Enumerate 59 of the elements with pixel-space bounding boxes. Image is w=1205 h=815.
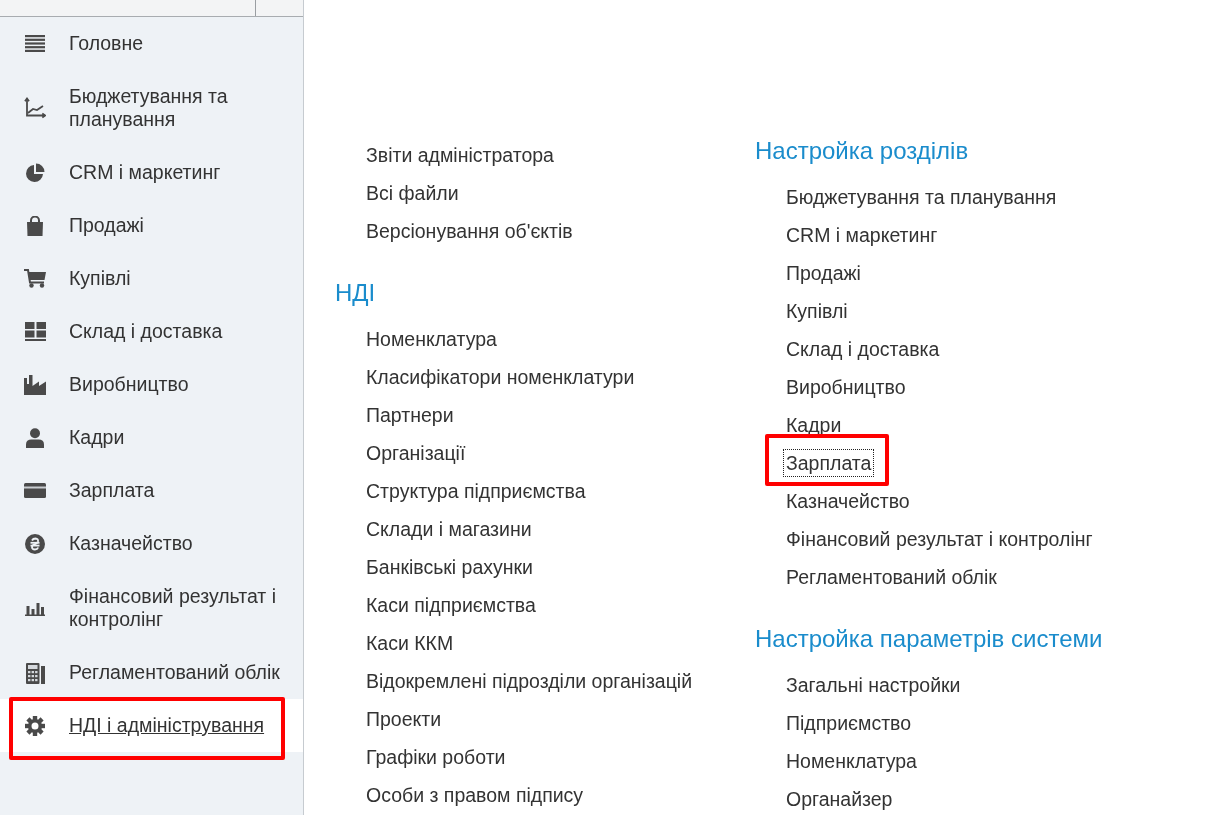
menu-link[interactable]: Склад і доставка [783,335,943,363]
shopping-bag-icon [26,215,44,236]
line-chart-icon [24,97,46,119]
sidebar-item[interactable]: Головне [0,17,303,70]
menu-link[interactable]: Версіонування об'єктів [363,217,576,245]
sidebar-item[interactable]: Продажі [0,199,303,252]
menu-link[interactable]: Проекти [363,705,445,733]
grid-icon [24,322,46,341]
menu-link[interactable]: Відокремлені підрозділи організацій [363,667,696,695]
menu-link[interactable]: Всі файли [363,179,462,207]
menu-link[interactable]: Особи з правом підпису [363,781,587,809]
sidebar-item[interactable]: Виробництво [0,358,303,411]
bar-chart-icon [25,600,45,616]
menu-link[interactable]: Підприємство [783,709,915,737]
pie-chart-icon [25,162,45,183]
sidebar-item[interactable]: Фінансовий результат і контролінг [0,570,303,646]
menu-link[interactable]: Органайзер [783,785,896,813]
sidebar-item[interactable]: Казначейство [0,517,303,570]
person-icon [26,427,44,448]
menu-link[interactable]: Бюджетування та планування [783,183,1060,211]
menu-link[interactable]: Графіки роботи [363,743,509,771]
calculator-icon [25,661,45,684]
section-heading: Настройка параметрів системи [755,624,1103,654]
menu-link[interactable]: Класифікатори номенклатури [363,363,638,391]
sidebar-item[interactable]: Зарплата [0,464,303,517]
sidebar-item[interactable]: Регламентований облік [0,646,303,699]
menu-link[interactable]: Номенклатура [363,325,500,353]
factory-icon [24,374,46,395]
sidebar-item[interactable]: Кадри [0,411,303,464]
menu-link[interactable]: Каси підприємства [363,591,539,619]
menu-link[interactable]: Звіти адміністратора [363,141,557,169]
sidebar-item[interactable]: Склад і доставка [0,305,303,358]
cart-icon [24,269,46,288]
menu-link[interactable]: Фінансовий результат і контролінг [783,525,1096,553]
menu-link[interactable]: Продажі [783,259,864,287]
menu-link[interactable]: Номенклатура [783,747,920,775]
list-icon [25,35,45,52]
menu-link[interactable]: Казначейство [783,487,913,515]
menu-link[interactable]: Виробництво [783,373,909,401]
menu-link[interactable]: Організації [363,439,469,467]
section-heading: НДІ [335,278,377,308]
settings-icon [25,715,45,736]
coin-icon [25,533,45,554]
menu-link[interactable]: Купівлі [783,297,851,325]
sidebar-item[interactable]: CRM і маркетинг [0,146,303,199]
menu-link[interactable]: CRM і маркетинг [783,221,941,249]
menu-link[interactable]: Партнери [363,401,457,429]
menu-link[interactable]: Зарплата [783,449,875,477]
card-icon [24,483,46,498]
menu-link[interactable]: Склади і магазини [363,515,535,543]
section-heading: Настройка розділів [755,136,970,166]
menu-link[interactable]: Загальні настройки [783,671,964,699]
sidebar-item[interactable]: Бюджетування та планування [0,70,303,146]
sidebar-item[interactable]: Купівлі [0,252,303,305]
menu-link[interactable]: Структура підприємства [363,477,589,505]
menu-link[interactable]: Кадри [783,411,845,439]
menu-link[interactable]: Банківські рахунки [363,553,536,581]
menu-link[interactable]: Каси ККМ [363,629,457,657]
menu-link[interactable]: Регламентований облік [783,563,1000,591]
